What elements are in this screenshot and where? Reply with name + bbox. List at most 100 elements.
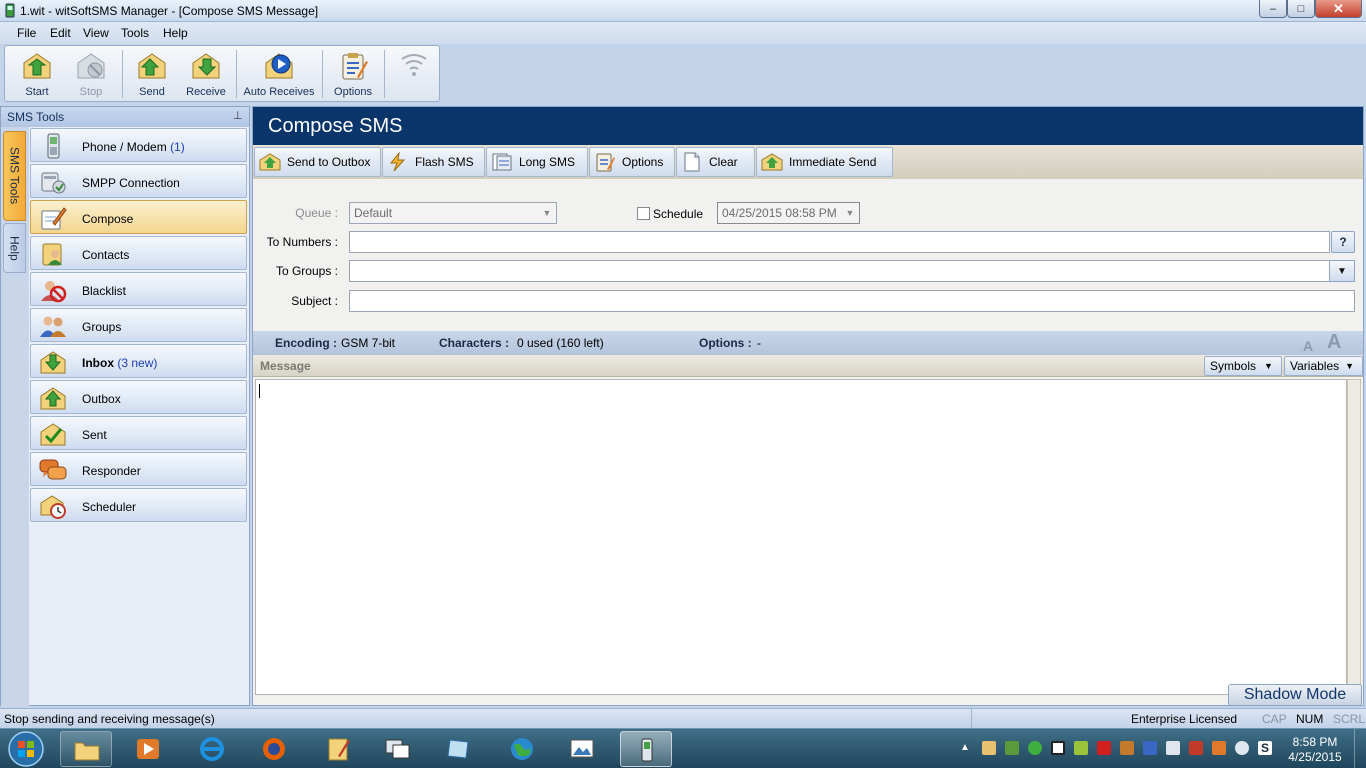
tray-green-circle-icon[interactable]	[1028, 741, 1042, 755]
variables-label: Variables	[1290, 359, 1340, 373]
characters-value: 0 used (160 left)	[517, 336, 604, 350]
nav-item-smpp-connection[interactable]: SMPP Connection	[30, 164, 247, 198]
message-scrollbar[interactable]	[1347, 379, 1361, 695]
tray-bluetooth-icon[interactable]	[1143, 741, 1157, 755]
tray-update-icon[interactable]	[1074, 741, 1088, 755]
start-button[interactable]: Start	[10, 48, 64, 100]
nav-item-compose[interactable]: Compose	[30, 200, 247, 234]
minimize-button[interactable]: –	[1259, 0, 1287, 18]
status-divider	[971, 709, 972, 728]
firefox-icon	[263, 738, 285, 760]
smpp-server-icon	[41, 172, 66, 194]
tray-app-icon[interactable]	[982, 741, 996, 755]
close-button[interactable]: ✕	[1315, 0, 1362, 18]
taskbar-clock[interactable]: 8:58 PM 4/25/2015	[1280, 735, 1350, 765]
menu-file[interactable]: File	[17, 26, 36, 40]
photo-viewer-icon	[570, 739, 594, 758]
menu-tools[interactable]: Tools	[121, 26, 149, 40]
tray-shield-icon[interactable]	[1097, 741, 1111, 755]
nav-item-label: Responder	[82, 464, 141, 478]
clear-button[interactable]: Clear	[676, 147, 755, 177]
tray-overflow-icon[interactable]: ▲	[960, 742, 970, 753]
pin-icon[interactable]: ⊥	[233, 109, 243, 122]
maximize-button[interactable]: □	[1287, 0, 1315, 18]
flash-sms-button[interactable]: Flash SMS	[382, 147, 485, 177]
options-action-button[interactable]: Options	[589, 147, 675, 177]
schedule-checkbox[interactable]	[637, 207, 650, 220]
nav-item-outbox[interactable]: Outbox	[30, 380, 247, 414]
queue-select[interactable]: Default ▼	[349, 202, 557, 224]
stop-icon	[77, 53, 105, 79]
tray-s-icon[interactable]: S	[1258, 741, 1272, 755]
volume-icon[interactable]	[1235, 741, 1249, 755]
show-desktop-button[interactable]	[1354, 729, 1366, 768]
nav-item-scheduler[interactable]: Scheduler	[30, 488, 247, 522]
options-button[interactable]: Options	[326, 48, 380, 100]
font-increase-button[interactable]: A	[1327, 331, 1341, 354]
taskbar-virtual-machine[interactable]	[372, 731, 424, 767]
receive-button[interactable]: Receive	[179, 48, 233, 100]
contacts-book-icon	[42, 243, 62, 266]
nav-item-phone-modem[interactable]: Phone / Modem (1)	[30, 128, 247, 162]
windows-start-orb-icon[interactable]	[6, 730, 46, 768]
taskbar-globe[interactable]	[496, 731, 548, 767]
nav-item-groups[interactable]: Groups	[30, 308, 247, 342]
nav-item-responder[interactable]: Responder	[30, 452, 247, 486]
app-icon	[5, 3, 15, 18]
auto-receives-label: Auto Receives	[243, 86, 315, 98]
signal-icon	[401, 54, 427, 76]
menu-help[interactable]: Help	[163, 26, 188, 40]
font-decrease-button[interactable]: A	[1303, 338, 1313, 354]
signal-button[interactable]	[387, 48, 441, 100]
chevron-down-icon: ▼	[1264, 361, 1273, 371]
nav-item-label: Groups	[82, 320, 122, 334]
nav-item-blacklist[interactable]: Blacklist	[30, 272, 247, 306]
taskbar-photo-viewer[interactable]	[556, 731, 608, 767]
variables-button[interactable]: Variables ▼	[1284, 356, 1363, 376]
stop-button[interactable]: Stop	[64, 48, 118, 100]
text-cursor	[259, 384, 260, 398]
tray-network-share-icon[interactable]	[1005, 741, 1019, 755]
to-numbers-input[interactable]	[349, 231, 1330, 253]
side-tab-sms-tools[interactable]: SMS Tools	[3, 131, 26, 221]
nav-item-inbox[interactable]: Inbox (3 new)	[30, 344, 247, 378]
shadow-mode-button[interactable]: Shadow Mode	[1228, 684, 1362, 706]
side-tab-help[interactable]: Help	[3, 223, 26, 273]
send-to-outbox-button[interactable]: Send to Outbox	[254, 147, 381, 177]
to-groups-select[interactable]	[349, 260, 1331, 282]
folder-icon	[74, 742, 100, 761]
long-sms-button[interactable]: Long SMS	[486, 147, 588, 177]
taskbar-witsoftsms[interactable]	[620, 731, 672, 767]
chevron-down-icon[interactable]: ▼	[1329, 260, 1355, 282]
tray-device-icon[interactable]	[1189, 741, 1203, 755]
to-numbers-help-button[interactable]: ?	[1331, 231, 1355, 253]
taskbar-internet-explorer[interactable]	[186, 731, 238, 767]
symbols-button[interactable]: Symbols ▼	[1204, 356, 1282, 376]
taskbar-notes[interactable]	[312, 731, 364, 767]
side-tab-strip: SMS Tools Help	[1, 127, 29, 707]
subject-label: Subject :	[291, 294, 338, 308]
taskbar-media-player[interactable]	[122, 731, 174, 767]
menu-view[interactable]: View	[83, 26, 109, 40]
tray-checkbox-icon[interactable]	[1051, 741, 1065, 755]
subject-input[interactable]	[349, 290, 1355, 312]
message-textarea[interactable]	[255, 379, 1347, 695]
menu-edit[interactable]: Edit	[50, 26, 71, 40]
immediate-send-button[interactable]: Immediate Send	[756, 147, 893, 177]
tray-flag-icon[interactable]	[1212, 741, 1226, 755]
windows-stack-icon	[385, 739, 410, 759]
options-label: Options	[334, 86, 372, 98]
tray-monitor-icon[interactable]	[1166, 741, 1180, 755]
symbols-label: Symbols	[1210, 359, 1257, 373]
taskbar-app-blue[interactable]	[432, 731, 484, 767]
taskbar-explorer[interactable]	[60, 731, 112, 767]
nav-item-label: Blacklist	[82, 284, 127, 298]
schedule-datetime[interactable]: 04/25/2015 08:58 PM ▼	[717, 202, 860, 224]
send-button[interactable]: Send	[125, 48, 179, 100]
nav-item-contacts[interactable]: Contacts	[30, 236, 247, 270]
nav-item-sent[interactable]: Sent	[30, 416, 247, 450]
taskbar-firefox[interactable]	[248, 731, 300, 767]
tray-music-icon[interactable]	[1120, 741, 1134, 755]
auto-receives-button[interactable]: Auto Receives	[243, 48, 315, 100]
chevron-down-icon: ▼	[542, 208, 552, 218]
